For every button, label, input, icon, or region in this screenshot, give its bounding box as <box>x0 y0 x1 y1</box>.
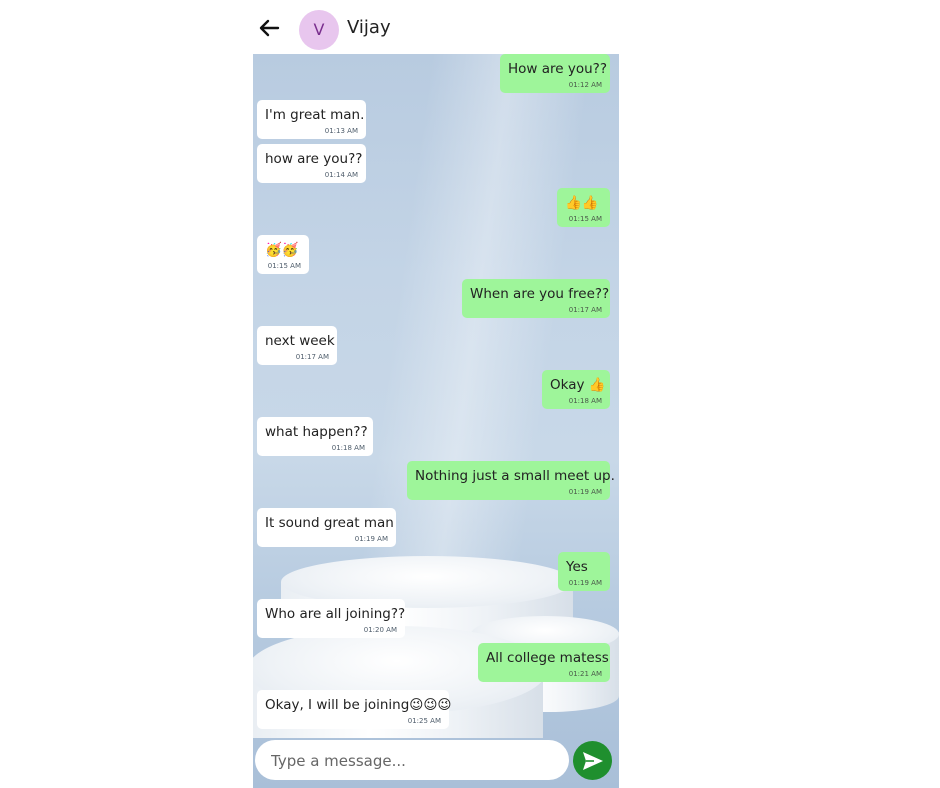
message-text: Yes <box>566 559 588 575</box>
arrow-left-icon <box>259 19 280 37</box>
message-text: next week <box>265 333 335 349</box>
message-bubble[interactable]: Okay, I will be joining😉😉😉 01:25 AM <box>257 690 452 729</box>
message-time: 01:15 AM <box>568 215 602 223</box>
message-time: 01:20 AM <box>363 626 397 634</box>
message-time: 01:18 AM <box>331 444 365 452</box>
message-time: 01:19 AM <box>354 535 388 543</box>
message-bubble[interactable]: It sound great man 01:19 AM <box>257 508 396 547</box>
message-list[interactable]: How are you?? 01:12 AM I'm great man. 01… <box>253 54 619 788</box>
message-bubble[interactable]: Who are all joining?? 01:20 AM <box>257 599 405 638</box>
message-bubble[interactable]: When are you free?? 01:17 AM <box>462 279 610 318</box>
message-bubble[interactable]: Nothing just a small meet up. 01:19 AM <box>407 461 615 500</box>
message-time: 01:17 AM <box>568 306 602 314</box>
message-time: 01:14 AM <box>324 171 358 179</box>
message-time: 01:13 AM <box>324 127 358 135</box>
message-input[interactable] <box>269 740 559 782</box>
chat-screen: V Vijay How are you?? 01:12 AM I'm great… <box>253 0 619 788</box>
message-time: 01:25 AM <box>407 717 441 725</box>
message-bubble[interactable]: How are you?? 01:12 AM <box>500 54 610 93</box>
contact-name[interactable]: Vijay <box>347 17 391 39</box>
message-text: how are you?? <box>265 151 363 167</box>
avatar[interactable]: V <box>299 10 339 50</box>
message-bubble[interactable]: I'm great man. 01:13 AM <box>257 100 366 139</box>
message-text: It sound great man <box>265 515 394 531</box>
message-bubble[interactable]: Okay 👍 01:18 AM <box>542 370 610 409</box>
message-text: Okay 👍 <box>550 377 606 393</box>
chat-header: V Vijay <box>253 0 619 54</box>
message-bubble[interactable]: next week 01:17 AM <box>257 326 337 365</box>
back-button[interactable] <box>258 17 280 39</box>
message-bubble[interactable]: All college matess 01:21 AM <box>478 643 610 682</box>
message-text: what happen?? <box>265 424 368 440</box>
message-text: How are you?? <box>508 61 608 77</box>
message-bubble[interactable]: how are you?? 01:14 AM <box>257 144 366 183</box>
message-time: 01:19 AM <box>568 488 602 496</box>
message-text: Nothing just a small meet up. <box>415 468 615 484</box>
message-text: When are you free?? <box>470 286 610 302</box>
message-text: All college matess <box>486 650 609 666</box>
message-text: Who are all joining?? <box>265 606 406 622</box>
send-icon <box>583 752 603 770</box>
message-text: 🥳🥳 <box>265 242 299 258</box>
send-button[interactable] <box>573 741 612 780</box>
message-bubble[interactable]: Yes 01:19 AM <box>558 552 610 591</box>
message-time: 01:18 AM <box>568 397 602 405</box>
message-time: 01:21 AM <box>568 670 602 678</box>
message-time: 01:15 AM <box>267 262 301 270</box>
message-time: 01:12 AM <box>568 81 602 89</box>
message-text: Okay, I will be joining😉😉😉 <box>265 697 452 713</box>
message-bubble[interactable]: 🥳🥳 01:15 AM <box>257 235 309 274</box>
message-bubble[interactable]: what happen?? 01:18 AM <box>257 417 373 456</box>
message-composer <box>255 740 569 782</box>
message-time: 01:19 AM <box>568 579 602 587</box>
message-text: 👍👍 <box>565 195 599 211</box>
message-bubble[interactable]: 👍👍 01:15 AM <box>557 188 610 227</box>
message-text: I'm great man. <box>265 107 365 123</box>
message-time: 01:17 AM <box>295 353 329 361</box>
